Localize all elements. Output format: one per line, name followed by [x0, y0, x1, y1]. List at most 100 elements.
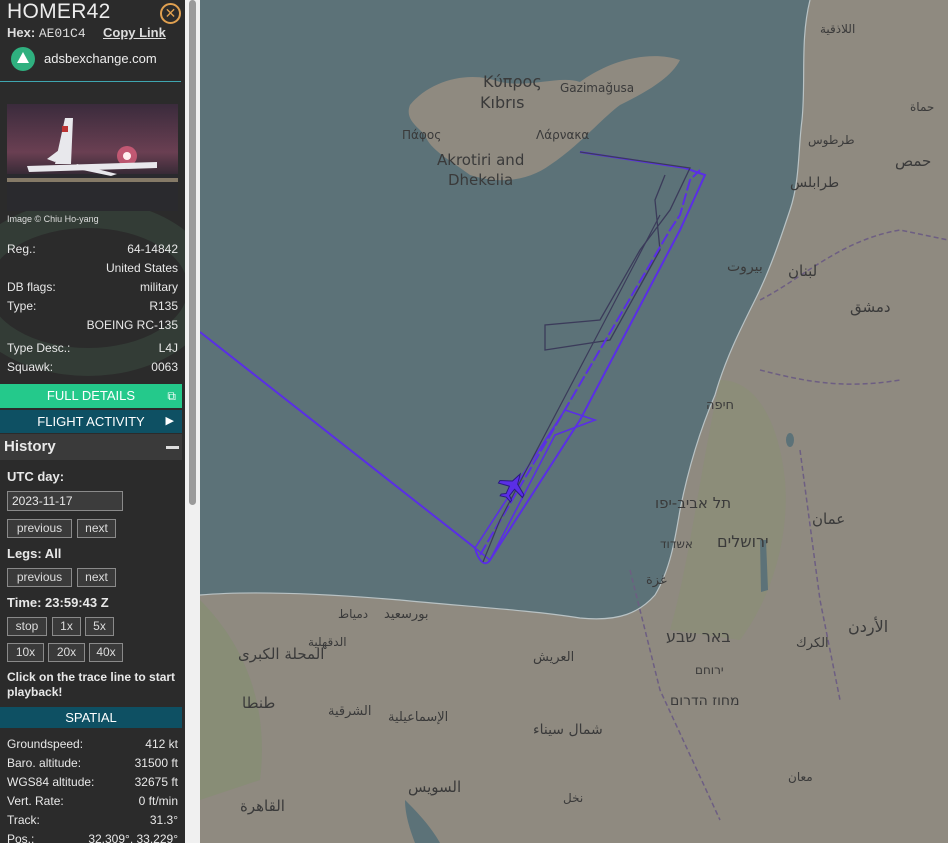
- label-north-sinai: شمال سيناء: [533, 722, 603, 738]
- typedesc-label: Type Desc.:: [7, 341, 71, 355]
- baro-altitude-value: 31500 ft: [134, 756, 178, 770]
- type-value: R135: [149, 299, 178, 313]
- next-leg-button[interactable]: next: [77, 568, 116, 587]
- flight-activity-label: FLIGHT ACTIVITY: [37, 414, 145, 429]
- chevron-right-icon: ▶: [165, 415, 174, 427]
- callsign-title: HOMER42: [7, 0, 111, 23]
- flight-trace: [200, 151, 707, 565]
- sidebar-scrollbar[interactable]: [185, 0, 200, 843]
- external-link-icon: ⧉: [167, 389, 176, 403]
- stop-button[interactable]: stop: [7, 617, 47, 636]
- country-value: United States: [105, 261, 178, 275]
- sea-of-galilee: [786, 433, 794, 447]
- full-details-button[interactable]: FULL DETAILS ⧉: [0, 384, 182, 408]
- reg-value: 64-14842: [127, 242, 178, 256]
- utc-day-label: UTC day:: [7, 469, 65, 484]
- label-mansoura: الدقهلية: [308, 635, 347, 649]
- position-value: 32.309°, 33.229°: [88, 832, 178, 843]
- label-sharqia: الشرقية: [328, 704, 372, 719]
- vertical-rate-value: 0 ft/min: [138, 794, 178, 808]
- map-view[interactable]: Κύπρος Kıbrıs Gazimağusa Πάφος Λάρνακα A…: [200, 0, 948, 843]
- label-telaviv: תל אביב-יפו: [655, 494, 732, 512]
- label-cairo: القاهرة: [240, 797, 285, 815]
- time-label: Time: 23:59:43 Z: [7, 595, 109, 610]
- label-tartus: طرطوس: [808, 133, 855, 147]
- scrollbar-thumb[interactable]: [189, 0, 196, 505]
- groundspeed-label: Groundspeed:: [7, 737, 84, 751]
- label-tanta: طنطا: [242, 694, 276, 712]
- spatial-header[interactable]: SPATIAL: [0, 707, 182, 728]
- label-pafos: Πάφος: [402, 128, 442, 142]
- dbflags-label: DB flags:: [7, 280, 56, 294]
- playback-hint: Click on the trace line to start playbac…: [7, 670, 176, 699]
- history-header[interactable]: History: [0, 434, 182, 460]
- label-suez: السويس: [408, 778, 462, 796]
- label-homs: حمص: [895, 152, 932, 170]
- label-maan: معان: [788, 770, 813, 784]
- squawk-value: 0063: [151, 360, 178, 374]
- label-portsaid: بورسعيد: [384, 607, 429, 622]
- hex-label: Hex:: [7, 25, 36, 40]
- close-icon[interactable]: ✕: [160, 3, 181, 24]
- label-gaza: غزة: [646, 573, 667, 588]
- previous-leg-button[interactable]: previous: [7, 568, 72, 587]
- wgs-altitude-value: 32675 ft: [134, 775, 178, 789]
- label-beirut: بيروت: [727, 259, 763, 275]
- label-damietta: دمياط: [338, 607, 369, 621]
- source-link[interactable]: adsbexchange.com: [44, 51, 157, 66]
- wgs-altitude-label: WGS84 altitude:: [7, 775, 95, 789]
- groundspeed-value: 412 kt: [145, 737, 178, 751]
- type-label: Type:: [7, 299, 37, 313]
- label-ashdod: אשדוד: [660, 537, 693, 551]
- label-cyprus-turkish: Kıbrıs: [480, 93, 525, 112]
- squawk-label: Squawk:: [7, 360, 54, 374]
- utc-day-input[interactable]: 2023-11-17: [7, 491, 123, 511]
- label-haifa: חיפה: [706, 398, 735, 413]
- history-title: History: [4, 438, 56, 455]
- label-cyprus-greek: Κύπρος: [483, 72, 542, 91]
- position-label: Pos.:: [7, 832, 35, 843]
- label-tripoli: طرابلس: [790, 175, 840, 191]
- label-hama: حماة: [910, 100, 935, 114]
- label-damascus: دمشق: [850, 298, 891, 316]
- label-jordan: الأردن: [848, 617, 889, 636]
- speed-5x-button[interactable]: 5x: [85, 617, 114, 636]
- label-dhekelia: Dhekelia: [448, 171, 514, 189]
- track-value: 31.3°: [149, 813, 178, 827]
- typedesc-value: L4J: [158, 341, 178, 355]
- label-akrotiri: Akrotiri and: [437, 151, 525, 169]
- adsbexchange-logo-icon[interactable]: [11, 47, 35, 71]
- track-label: Track:: [7, 813, 40, 827]
- speed-40x-button[interactable]: 40x: [89, 643, 123, 662]
- label-amman: عمان: [812, 510, 846, 528]
- label-gazimagusa: Gazimağusa: [560, 81, 635, 95]
- legs-label: Legs: All: [7, 546, 62, 561]
- aircraft-info-sidebar: HOMER42 ✕ Hex: AE01C4 Copy Link adsbexch…: [0, 0, 185, 843]
- label-nakhl: نخل: [563, 791, 584, 805]
- map-canvas[interactable]: [200, 0, 948, 843]
- dbflags-value: military: [140, 280, 178, 294]
- speed-20x-button[interactable]: 20x: [48, 643, 85, 662]
- hex-row: Hex: AE01C4: [7, 25, 86, 41]
- reg-label: Reg.:: [7, 242, 36, 256]
- image-credit: Image © Chiu Ho-yang: [7, 214, 99, 224]
- previous-day-button[interactable]: previous: [7, 519, 72, 538]
- baro-altitude-label: Baro. altitude:: [7, 756, 82, 770]
- label-ismailia: الإسماعيلية: [388, 710, 449, 725]
- full-details-label: FULL DETAILS: [46, 388, 136, 403]
- vertical-rate-label: Vert. Rate:: [7, 794, 64, 808]
- label-karak: الكرك: [796, 636, 829, 651]
- collapse-icon[interactable]: [166, 446, 179, 449]
- next-day-button[interactable]: next: [77, 519, 116, 538]
- speed-10x-button[interactable]: 10x: [7, 643, 44, 662]
- label-yeruham: ירוחם: [695, 663, 724, 677]
- divider: [0, 81, 181, 82]
- aircraft-photo[interactable]: [7, 104, 178, 211]
- label-jerusalem: ירושלים: [717, 532, 769, 551]
- copy-link-button[interactable]: Copy Link: [103, 25, 166, 40]
- label-lebanon: لبنان: [788, 262, 818, 280]
- speed-1x-button[interactable]: 1x: [52, 617, 81, 636]
- flight-activity-button[interactable]: FLIGHT ACTIVITY ▶: [0, 410, 182, 433]
- trace-line: [200, 151, 707, 565]
- trace-line: [482, 214, 661, 563]
